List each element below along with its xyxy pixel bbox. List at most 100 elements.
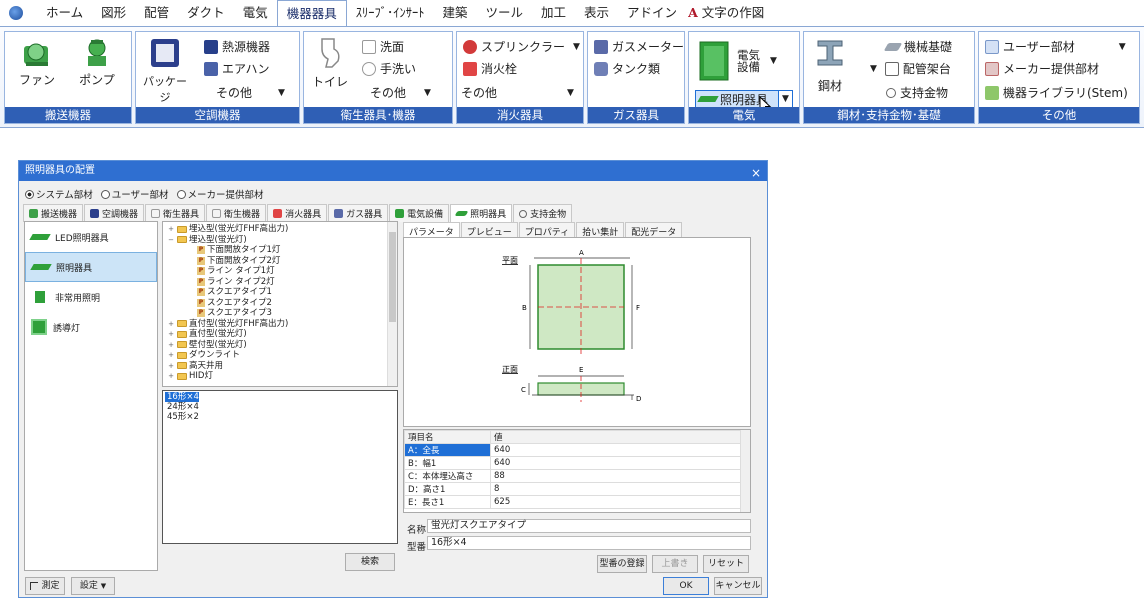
radio-user-parts[interactable]: ユーザー部材: [100, 187, 169, 201]
tank-button[interactable]: タンク類: [594, 60, 660, 77]
overwrite-button[interactable]: 上書き: [652, 555, 698, 573]
user-parts-dropdown[interactable]: ユーザー部材 ▼: [985, 38, 1126, 55]
menu-text-draw[interactable]: A 文字の作図: [686, 0, 773, 26]
table-row[interactable]: A：全長 640: [404, 443, 750, 457]
pump-button[interactable]: ポンプ: [71, 36, 123, 88]
list-item-lighting[interactable]: 照明器具: [25, 252, 157, 282]
tree-folder-item[interactable]: + 埋込型(蛍光灯FHF高出力): [167, 224, 393, 235]
table-row[interactable]: E：長さ1 625: [404, 495, 750, 509]
toilet-button[interactable]: トイレ: [308, 36, 352, 90]
tab-fire[interactable]: 消火器具: [267, 204, 328, 222]
list-item-led[interactable]: LED照明器具: [25, 222, 157, 252]
hydrant-button[interactable]: 消火栓: [463, 60, 517, 77]
tree-scrollbar[interactable]: [387, 222, 397, 386]
ok-button[interactable]: OK: [663, 577, 709, 595]
menu-tools[interactable]: ツール: [477, 0, 533, 26]
heat-source-button[interactable]: 熱源機器: [204, 38, 270, 55]
menu-sleeve-insert[interactable]: ｽﾘｰﾌﾞ･ｲﾝｻｰﾄ: [347, 0, 434, 26]
electric-equipment-dropdown[interactable]: 電気 設備 ▼: [697, 38, 793, 84]
tree-folder-item[interactable]: + HID灯: [167, 371, 393, 382]
sanitary-other-dropdown[interactable]: その他 ▼: [370, 84, 431, 101]
list-item-exit-sign[interactable]: 誘導灯: [25, 312, 157, 342]
tab-support[interactable]: 支持金物: [513, 204, 573, 222]
menu-equipment[interactable]: 機器器具: [276, 0, 347, 27]
package-button[interactable]: パッケージ: [140, 36, 190, 105]
sprinkler-dropdown[interactable]: スプリンクラー ▼: [463, 38, 580, 55]
handwash-button[interactable]: 手洗い: [362, 60, 416, 77]
pipe-rack-dropdown[interactable]: ▼ 配管架台: [870, 60, 951, 77]
register-model-button[interactable]: 型番の登録: [597, 555, 647, 573]
table-row[interactable]: B：幅1 640: [404, 456, 750, 470]
aircon-other-dropdown[interactable]: その他 ▼: [216, 84, 285, 101]
expand-icon[interactable]: +: [167, 350, 175, 361]
tab-sanitary-fixtures[interactable]: 衛生器具: [145, 204, 206, 222]
model-list-item[interactable]: 16形×4: [165, 392, 199, 402]
tree-folder-item[interactable]: + ダウンライト: [167, 350, 393, 361]
expand-icon[interactable]: −: [167, 235, 175, 246]
machine-base-button[interactable]: 機械基礎: [883, 38, 952, 55]
library-button[interactable]: 機器ライブラリ(Stem): [985, 84, 1128, 101]
table-row[interactable]: D：高さ1 8: [404, 482, 750, 496]
param-value-cell[interactable]: 625: [490, 495, 750, 509]
expand-icon[interactable]: +: [167, 371, 175, 382]
param-value-cell[interactable]: 88: [490, 469, 750, 483]
washbasin-button[interactable]: 洗面: [362, 38, 404, 55]
cancel-button[interactable]: キャンセル: [714, 577, 762, 595]
model-field[interactable]: 16形×4: [427, 536, 751, 550]
list-item-emergency[interactable]: 非常用照明: [25, 282, 157, 312]
tree-part-item[interactable]: P ライン タイプ2灯: [167, 277, 393, 288]
measure-button[interactable]: 測定: [25, 577, 65, 595]
menu-duct[interactable]: ダクト: [178, 0, 234, 26]
tree-part-item[interactable]: P ライン タイプ1灯: [167, 266, 393, 277]
tree-folder-item[interactable]: − 埋込型(蛍光灯): [167, 235, 393, 246]
table-scrollbar[interactable]: [740, 430, 750, 512]
menu-electric[interactable]: 電気: [234, 0, 277, 26]
scroll-thumb[interactable]: [389, 232, 396, 322]
radio-maker-parts[interactable]: メーカー提供部材: [176, 187, 264, 201]
param-value-cell[interactable]: 8: [490, 482, 750, 496]
expand-icon[interactable]: +: [167, 340, 175, 351]
tab-sanitary-equipment[interactable]: 衛生機器: [206, 204, 267, 222]
expand-icon[interactable]: +: [167, 329, 175, 340]
tab-lighting[interactable]: 照明器具: [450, 204, 513, 222]
tab-electric[interactable]: 電気設備: [389, 204, 450, 222]
app-logo-icon[interactable]: [9, 6, 23, 20]
menu-view[interactable]: 表示: [575, 0, 618, 26]
tree-folder-item[interactable]: + 直付型(蛍光灯FHF高出力): [167, 319, 393, 330]
menu-processing[interactable]: 加工: [532, 0, 575, 26]
param-value-cell[interactable]: 640: [490, 456, 750, 470]
tree-folder-item[interactable]: + 壁付型(蛍光灯): [167, 340, 393, 351]
name-field[interactable]: 蛍光灯スクエアタイプ: [427, 519, 751, 533]
menu-piping[interactable]: 配管: [135, 0, 178, 26]
expand-icon[interactable]: +: [167, 361, 175, 372]
menu-home[interactable]: ホーム: [37, 0, 92, 26]
menu-shape[interactable]: 図形: [92, 0, 135, 26]
maker-parts-button[interactable]: メーカー提供部材: [985, 60, 1099, 77]
tab-aircon[interactable]: 空調機器: [84, 204, 145, 222]
tree-folder-item[interactable]: + 直付型(蛍光灯): [167, 329, 393, 340]
tab-transport[interactable]: 搬送機器: [23, 204, 84, 222]
air-handler-button[interactable]: エアハン: [204, 60, 270, 77]
tree-part-item[interactable]: P 下面開放タイプ1灯: [167, 245, 393, 256]
model-list-item[interactable]: 24形×4: [165, 402, 199, 412]
tree-part-item[interactable]: P スクエアタイプ2: [167, 298, 393, 309]
param-value-cell[interactable]: 640: [490, 443, 750, 457]
tree-part-item[interactable]: P 下面開放タイプ2灯: [167, 256, 393, 267]
tab-gas[interactable]: ガス器具: [328, 204, 389, 222]
radio-system-parts[interactable]: システム部材: [25, 187, 93, 201]
lighting-dropdown[interactable]: 照明器具 ▼: [695, 90, 793, 108]
menu-addin[interactable]: アドイン: [618, 0, 686, 26]
model-list-item[interactable]: 45形×2: [165, 412, 199, 422]
fan-button[interactable]: ファン: [11, 36, 63, 88]
tree-folder-item[interactable]: + 高天井用: [167, 361, 393, 372]
fire-other-dropdown[interactable]: その他 ▼: [461, 84, 574, 101]
support-button[interactable]: 支持金物: [886, 84, 948, 101]
settings-dropdown[interactable]: 設定 ▼: [71, 577, 115, 595]
expand-icon[interactable]: +: [167, 224, 175, 235]
close-icon[interactable]: ×: [751, 163, 761, 183]
table-row[interactable]: C：本体埋込高さ 88: [404, 469, 750, 483]
tree-part-item[interactable]: P スクエアタイプ1: [167, 287, 393, 298]
expand-icon[interactable]: +: [167, 319, 175, 330]
reset-button[interactable]: リセット: [703, 555, 749, 573]
menu-architecture[interactable]: 建築: [433, 0, 476, 26]
